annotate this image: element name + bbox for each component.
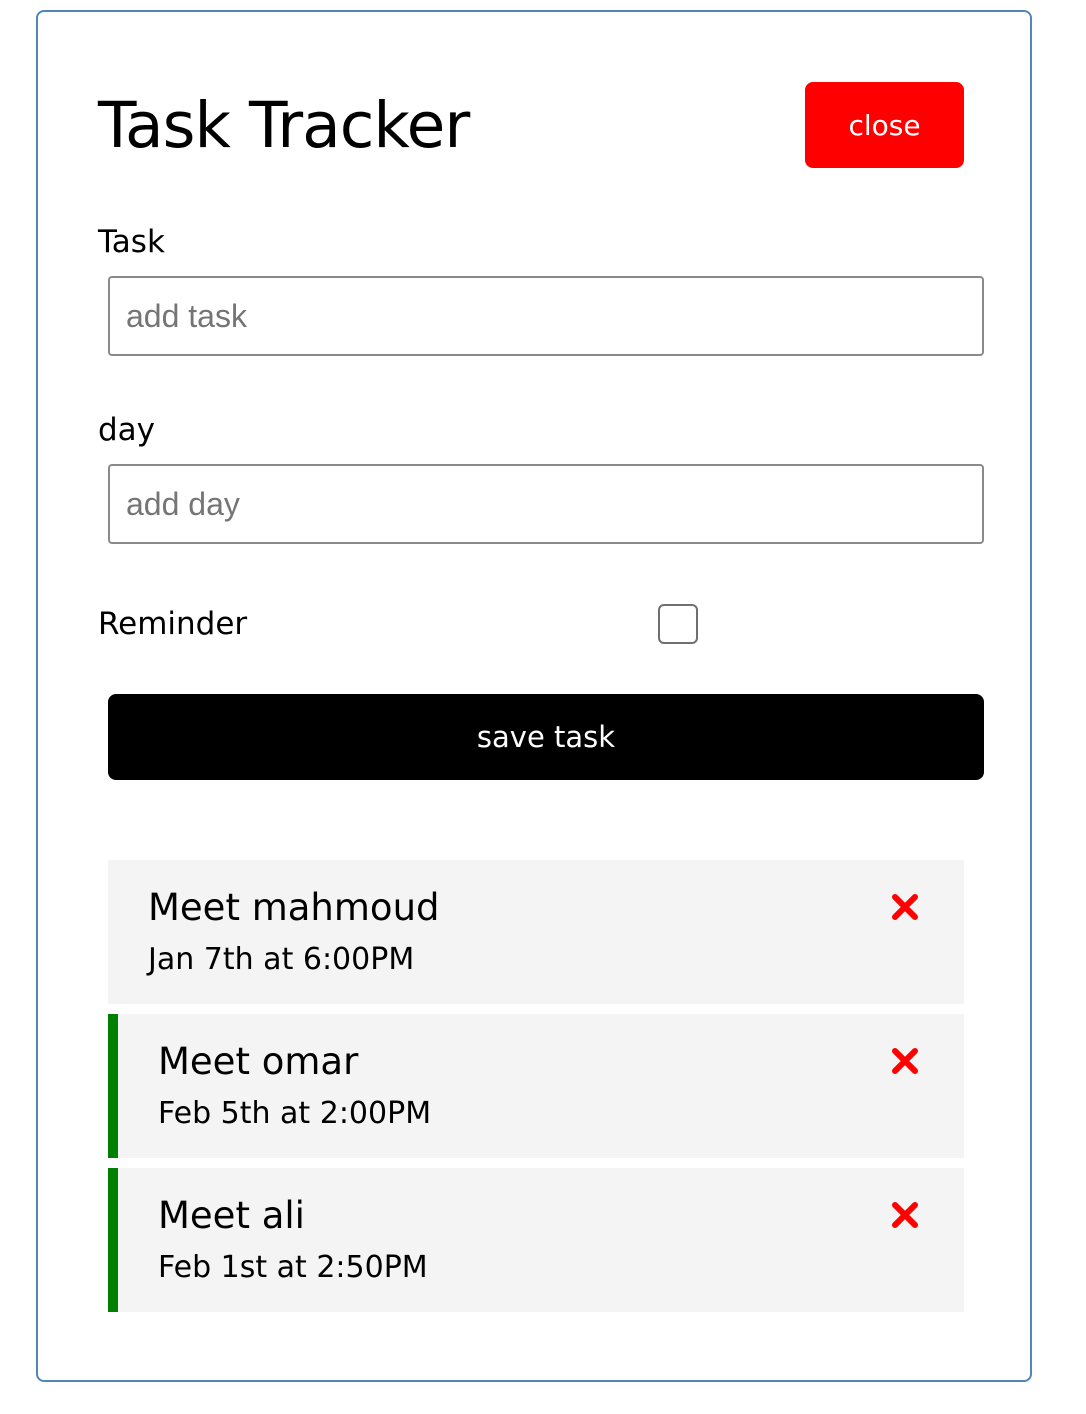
task-title: Meet omar: [158, 1040, 359, 1083]
task-title: Meet ali: [158, 1194, 305, 1237]
delete-x-icon[interactable]: [890, 1046, 920, 1076]
save-task-button[interactable]: save task: [108, 694, 984, 780]
task-day: Jan 7th at 6:00PM: [148, 942, 415, 977]
task-item[interactable]: Meet omar Feb 5th at 2:00PM: [108, 1014, 964, 1158]
reminder-checkbox[interactable]: [658, 604, 698, 644]
close-form-button[interactable]: close: [805, 82, 964, 168]
task-day: Feb 5th at 2:00PM: [158, 1096, 432, 1131]
page-title: Task Tracker: [98, 89, 470, 162]
task-title: Meet mahmoud: [148, 886, 440, 929]
task-item[interactable]: Meet ali Feb 1st at 2:50PM: [108, 1168, 964, 1312]
day-input[interactable]: [108, 464, 984, 544]
task-input[interactable]: [108, 276, 984, 356]
task-field-label: Task: [98, 224, 165, 260]
delete-x-icon[interactable]: [890, 1200, 920, 1230]
delete-x-icon[interactable]: [890, 892, 920, 922]
task-item[interactable]: Meet mahmoud Jan 7th at 6:00PM: [108, 860, 964, 1004]
task-day: Feb 1st at 2:50PM: [158, 1250, 428, 1285]
day-field-label: day: [98, 412, 156, 448]
reminder-label: Reminder: [98, 606, 248, 642]
